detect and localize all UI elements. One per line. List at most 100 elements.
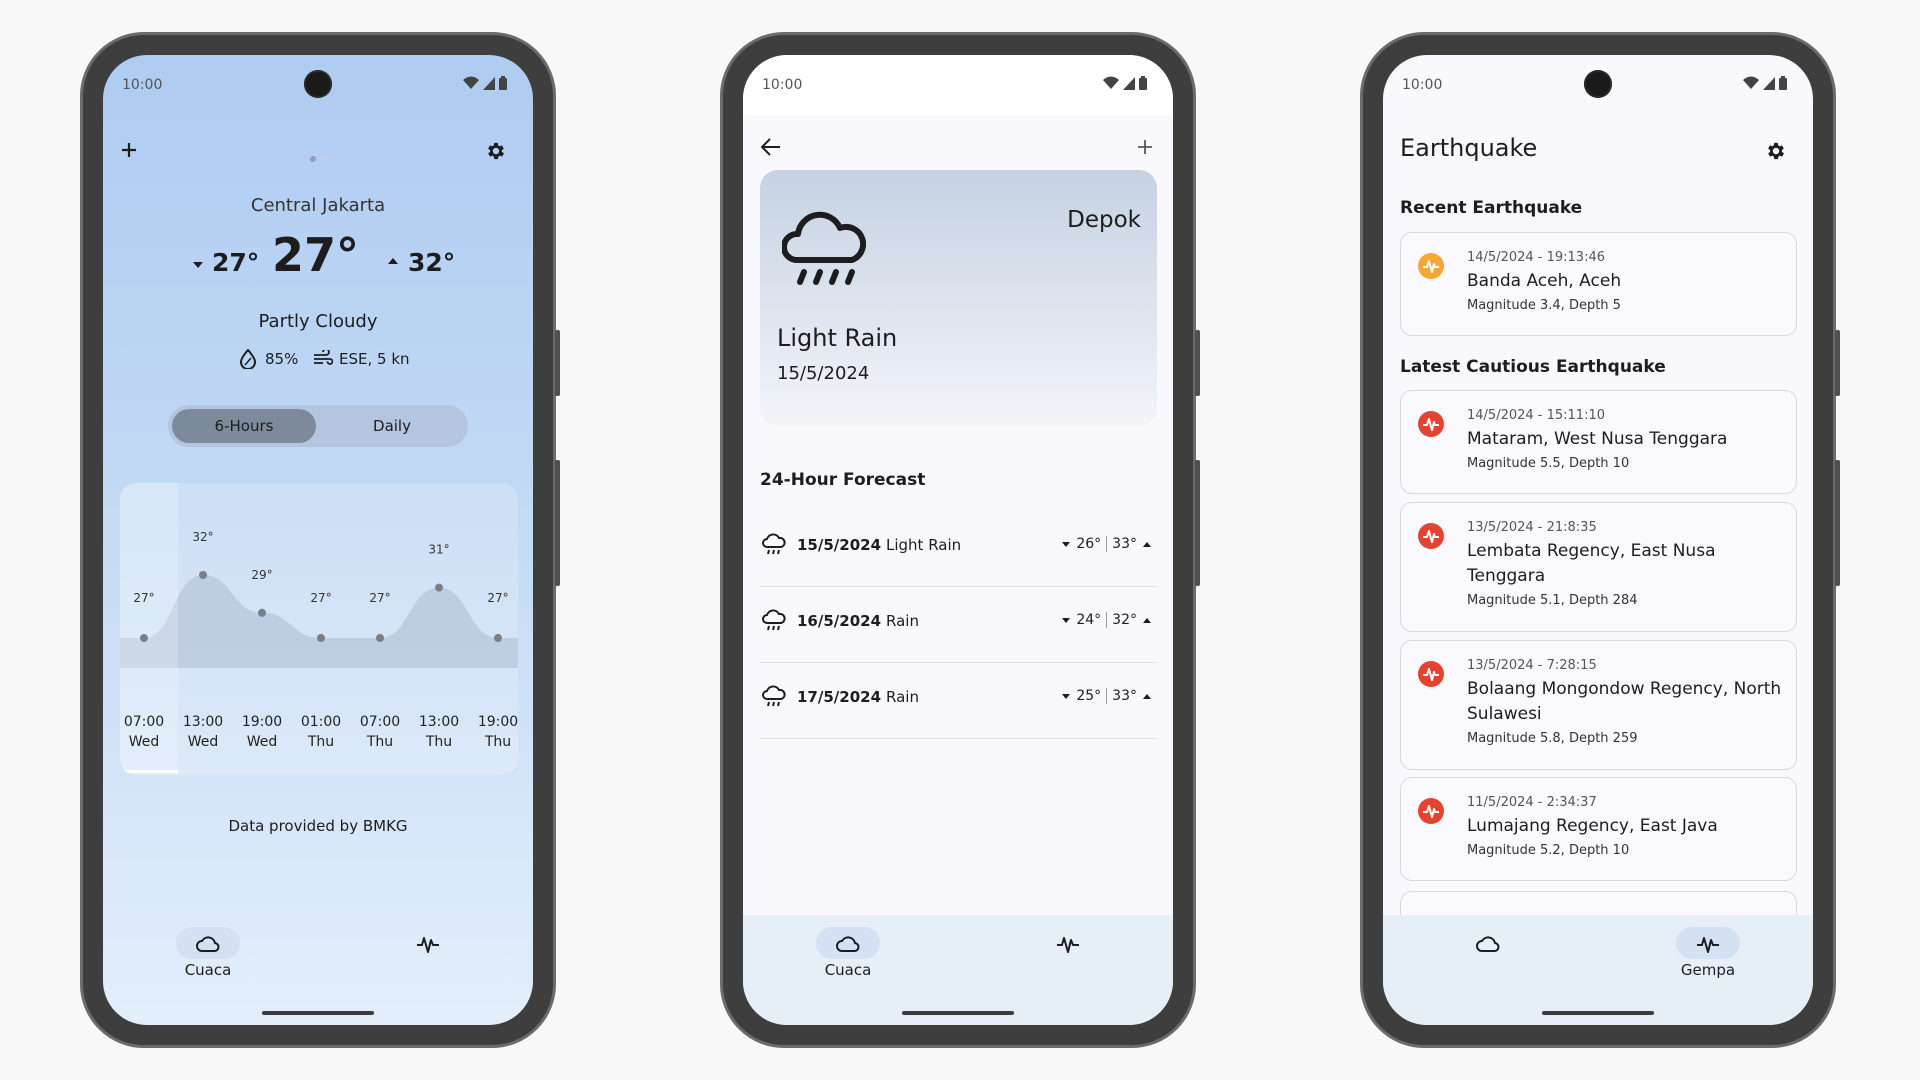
- back-arrow-icon[interactable]: [761, 138, 781, 156]
- status-bar: 10:00: [743, 55, 1173, 115]
- data-point: [376, 634, 384, 642]
- earthquake-card[interactable]: 13/5/2024 - 7:28:15 Bolaang Mongondow Reg…: [1400, 640, 1797, 770]
- x-tick-time: 07:00: [124, 714, 164, 730]
- earthquake-time: 14/5/2024 - 19:13:46: [1467, 250, 1605, 265]
- battery-icon: [499, 76, 507, 90]
- forecast-min: 25°: [1076, 688, 1102, 704]
- forecast-condition: Light Rain: [886, 536, 962, 554]
- hourly-chart: 27° 07:00 Wed 32° 13:00 Wed 29° 19:00 Wed 27° 01:0…: [120, 483, 518, 775]
- wifi-icon: [463, 76, 479, 89]
- nav-earthquake[interactable]: Gempa: [1648, 927, 1768, 979]
- earthquake-alert-icon: [1418, 661, 1444, 687]
- data-point: [317, 634, 325, 642]
- forecast-row[interactable]: 17/5/2024 Rain 25° 33°: [760, 662, 1157, 739]
- temp-separator: [1106, 536, 1108, 552]
- forecast-row[interactable]: 16/5/2024 Rain 24° 32°: [760, 586, 1157, 663]
- page-indicator: [310, 147, 329, 166]
- earthquake-magnitude: Magnitude 5.2, Depth 10: [1467, 843, 1630, 858]
- data-point: [258, 608, 266, 617]
- condition-text: Light Rain: [777, 324, 898, 352]
- battery-icon: [1779, 76, 1787, 90]
- phone-frame-weather: 10:00 Central Jakarta 27° 27° 32° Partly…: [80, 32, 560, 1048]
- earthquake-warning-icon: [1418, 253, 1444, 279]
- humidity-value: 85%: [265, 350, 299, 368]
- location-name: Depok: [1067, 207, 1141, 233]
- cloud-icon: [196, 935, 220, 952]
- data-label: 32°: [192, 530, 213, 544]
- nav-weather[interactable]: Cuaca: [148, 927, 268, 979]
- x-tick-time: 13:00: [419, 714, 459, 730]
- forecast-temps: 26° 33°: [1062, 536, 1151, 552]
- temp-separator: [1106, 688, 1108, 704]
- earthquake-info: 14/5/2024 - 15:11:10 Mataram, West Nusa T…: [1467, 408, 1786, 471]
- nav-earthquake[interactable]: [368, 927, 488, 959]
- settings-gear-icon[interactable]: [1765, 140, 1787, 162]
- nav-weather[interactable]: [1428, 927, 1548, 959]
- nav-earthquake[interactable]: [1008, 927, 1128, 959]
- seismic-wave-icon: [1697, 936, 1719, 953]
- earthquake-magnitude: Magnitude 3.4, Depth 5: [1467, 298, 1621, 313]
- forecast-date: 15/5/2024: [797, 536, 882, 554]
- nav-weather-label: Cuaca: [824, 961, 872, 979]
- wifi-icon: [1103, 76, 1119, 89]
- data-point: [199, 571, 207, 579]
- forecast-condition: Rain: [886, 688, 919, 706]
- earthquake-card[interactable]: 11/5/2024 - 2:34:37 Lumajang Regency, Eas…: [1400, 777, 1797, 881]
- data-label: 29°: [251, 568, 272, 582]
- forecast-max: 33°: [1112, 688, 1137, 704]
- data-label: 31°: [428, 543, 449, 557]
- arrow-up-icon: [1143, 541, 1151, 547]
- phone-frame-earthquake: 10:00 Earthquake Recent Earthquake 14/5/…: [1360, 32, 1840, 1048]
- earthquake-location: Lembata Regency, East Nusa Tenggara: [1467, 541, 1716, 586]
- system-icons: [1103, 76, 1147, 90]
- rain-cloud-icon: [782, 211, 866, 285]
- temperature-area: [120, 575, 518, 668]
- settings-gear-icon[interactable]: [485, 140, 507, 162]
- min-temp: 27°: [212, 248, 260, 277]
- wifi-icon: [1743, 76, 1759, 89]
- section-title: 24-Hour Forecast: [760, 470, 926, 490]
- arrow-up-icon: [1143, 693, 1151, 699]
- location-name: Central Jakarta: [250, 195, 386, 216]
- add-icon[interactable]: [1137, 139, 1153, 155]
- earthquake-card[interactable]: 13/5/2024 - 21:8:35 Lembata Regency, East…: [1400, 502, 1797, 632]
- earthquake-card[interactable]: 14/5/2024 - 15:11:10 Mataram, West Nusa T…: [1400, 390, 1797, 494]
- x-tick-time: 07:00: [360, 714, 400, 730]
- arrow-up-icon: [388, 258, 398, 264]
- earthquake-alert-icon: [1418, 411, 1444, 437]
- tab-6-hours[interactable]: 6-Hours: [172, 409, 316, 443]
- wind-icon: [314, 350, 333, 365]
- forecast-date: 16/5/2024: [797, 612, 882, 630]
- x-tick-day: Wed: [129, 734, 160, 750]
- battery-icon: [1139, 76, 1147, 90]
- recent-earthquake-card[interactable]: 14/5/2024 - 19:13:46 Banda Aceh, Aceh Ma…: [1400, 232, 1797, 336]
- bottom-navigation: Cuaca: [103, 915, 533, 1025]
- rain-cloud-icon: [762, 609, 786, 631]
- seismic-wave-icon: [417, 936, 439, 953]
- forecast-row[interactable]: 15/5/2024 Light Rain 26° 33°: [760, 510, 1157, 587]
- x-tick-time: 19:00: [478, 714, 518, 730]
- x-tick-time: 01:00: [301, 714, 341, 730]
- cloud-icon: [1476, 935, 1500, 952]
- signal-icon: [1123, 76, 1135, 90]
- earthquake-info: 14/5/2024 - 19:13:46 Banda Aceh, Aceh Ma…: [1467, 250, 1786, 313]
- earthquake-magnitude: Magnitude 5.5, Depth 10: [1467, 456, 1630, 471]
- rain-cloud-icon: [762, 685, 786, 707]
- x-tick-time: 13:00: [183, 714, 223, 730]
- nav-weather[interactable]: Cuaca: [788, 927, 908, 979]
- temperature-row: 27° 27° 32°: [103, 228, 533, 288]
- add-location-icon[interactable]: [121, 142, 137, 158]
- arrow-down-icon: [1062, 617, 1071, 623]
- status-time: 10:00: [762, 77, 803, 93]
- status-bar: 10:00: [103, 55, 533, 115]
- arrow-down-icon: [193, 262, 203, 268]
- power-button: [1195, 460, 1200, 586]
- tab-daily[interactable]: Daily: [320, 409, 464, 443]
- selected-hour-highlight: [120, 483, 178, 775]
- x-tick-day: Thu: [425, 734, 452, 750]
- data-point: [494, 634, 502, 642]
- x-tick-day: Wed: [247, 734, 278, 750]
- earthquake-location: Mataram, West Nusa Tenggara: [1467, 429, 1728, 449]
- wind-value: ESE, 5 kn: [339, 350, 410, 368]
- power-button: [1835, 460, 1840, 586]
